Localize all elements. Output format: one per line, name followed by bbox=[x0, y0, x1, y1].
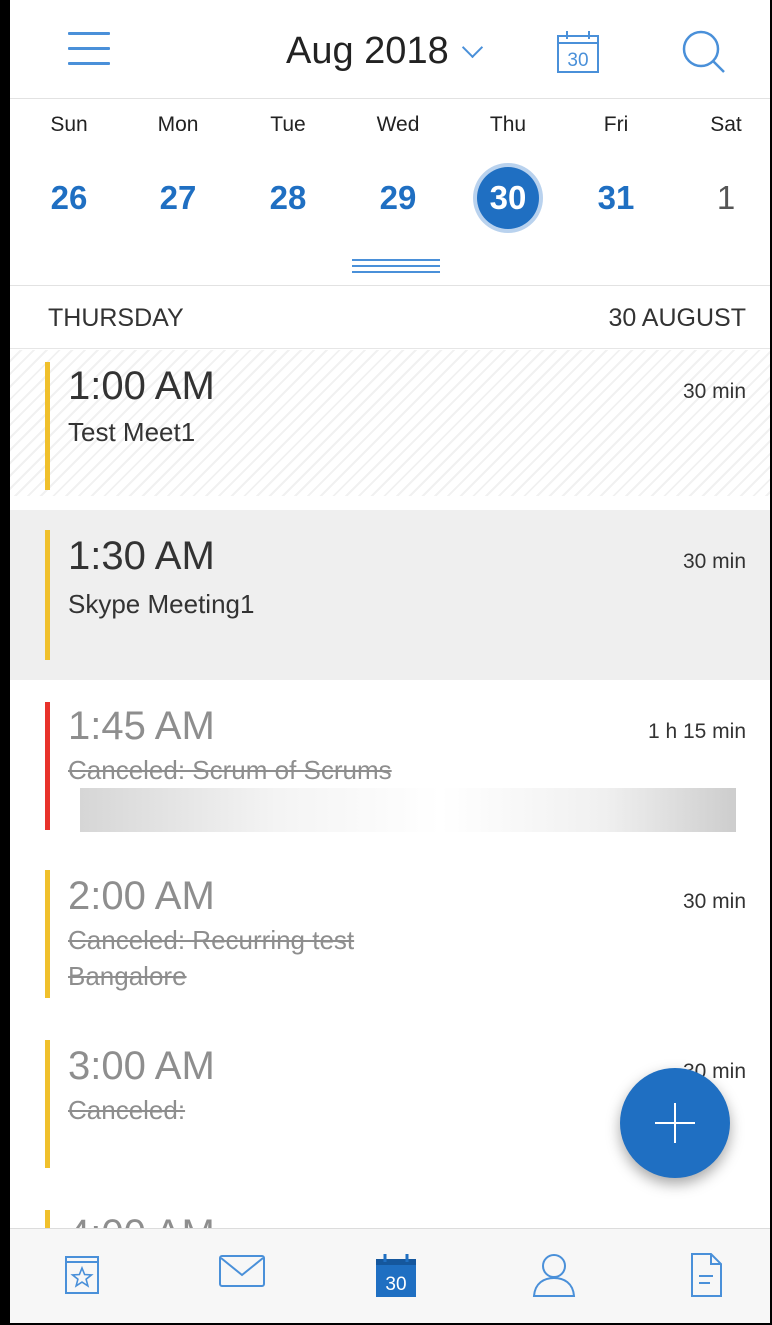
tab-calendar-day: 30 bbox=[385, 1274, 406, 1295]
tab-files[interactable] bbox=[676, 1251, 736, 1307]
expand-handle-icon[interactable] bbox=[352, 259, 440, 281]
weekday-label: Mon bbox=[157, 113, 199, 136]
event-color-bar bbox=[45, 530, 50, 660]
event-color-bar bbox=[45, 702, 50, 830]
weekday-label: Sun bbox=[50, 113, 88, 136]
files-icon bbox=[691, 1253, 722, 1297]
event-item-canceled[interactable]: 1:45 AM 1 h 15 min Canceled: Scrum of Sc… bbox=[10, 690, 770, 850]
chevron-down-icon bbox=[461, 36, 483, 58]
day-cell-26[interactable]: 26 bbox=[51, 179, 88, 217]
weekday-label: Tue bbox=[270, 113, 306, 136]
day-cell-31[interactable]: 31 bbox=[598, 179, 635, 217]
day-cell-29[interactable]: 29 bbox=[380, 179, 417, 217]
event-duration: 1 h 15 min bbox=[647, 720, 746, 743]
calendar-icon: 30 bbox=[376, 1254, 416, 1297]
month-selector[interactable]: Aug 2018 bbox=[286, 26, 483, 76]
weekday-label: Wed bbox=[376, 113, 420, 136]
contacts-icon bbox=[532, 1254, 576, 1297]
event-item[interactable]: 1:00 AM 30 min Test Meet1 bbox=[10, 350, 770, 496]
event-color-bar bbox=[45, 362, 50, 490]
event-time: 1:45 AM bbox=[68, 704, 215, 748]
event-title: Test Meet1 bbox=[68, 417, 196, 447]
week-strip: Sun Mon Tue Wed Thu Fri Sat 26 27 28 29 … bbox=[10, 99, 770, 286]
bottom-tab-bar: 30 bbox=[10, 1228, 770, 1323]
tab-calendar[interactable]: 30 bbox=[366, 1251, 426, 1307]
event-time: 1:30 AM bbox=[68, 534, 215, 578]
redacted-detail bbox=[80, 788, 736, 832]
event-title: Canceled: bbox=[68, 1095, 186, 1125]
event-item-canceled[interactable]: 2:00 AM 30 min Canceled: Recurring test … bbox=[10, 860, 770, 1010]
event-duration: 30 min bbox=[682, 550, 746, 573]
search-icon[interactable] bbox=[680, 28, 728, 81]
mail-icon bbox=[219, 1255, 265, 1287]
event-color-bar bbox=[45, 1040, 50, 1168]
event-item[interactable]: 4:00 AM bbox=[10, 1200, 770, 1230]
top-app-bar: Aug 2018 30 bbox=[10, 0, 770, 99]
tab-mail[interactable] bbox=[212, 1251, 272, 1307]
agenda-weekday: THURSDAY bbox=[48, 304, 184, 332]
tab-contacts[interactable] bbox=[524, 1251, 584, 1307]
new-event-button[interactable] bbox=[620, 1068, 730, 1178]
agenda-date-header: THURSDAY 30 AUGUST bbox=[10, 286, 770, 349]
day-cell-30-selected[interactable]: 30 bbox=[477, 167, 539, 229]
event-time: 1:00 AM bbox=[68, 364, 215, 408]
month-label: Aug 2018 bbox=[286, 29, 449, 72]
agenda-date: 30 AUGUST bbox=[608, 304, 746, 332]
favorites-icon bbox=[65, 1256, 99, 1294]
event-color-bar bbox=[45, 870, 50, 998]
day-cell-1[interactable]: 1 bbox=[717, 179, 735, 217]
event-time: 3:00 AM bbox=[68, 1044, 215, 1088]
event-duration: 30 min bbox=[682, 890, 746, 913]
event-duration: 30 min bbox=[682, 380, 746, 403]
weekday-label: Fri bbox=[603, 113, 629, 136]
weekday-label: Sat bbox=[710, 113, 742, 136]
calendar-today-icon[interactable]: 30 bbox=[556, 28, 600, 79]
event-title: Canceled: Scrum of Scrums bbox=[68, 755, 392, 785]
calendar-app: Aug 2018 30 Sun Mon Tue Wed Thu Fri Sat bbox=[10, 0, 770, 1323]
day-cell-28[interactable]: 28 bbox=[270, 179, 307, 217]
event-time: 2:00 AM bbox=[68, 874, 215, 918]
event-color-bar bbox=[45, 1210, 50, 1230]
tab-favorites[interactable] bbox=[52, 1251, 112, 1307]
today-icon-day: 30 bbox=[567, 50, 588, 71]
day-cell-27[interactable]: 27 bbox=[160, 179, 197, 217]
menu-icon[interactable] bbox=[68, 30, 112, 70]
event-title: Skype Meeting1 bbox=[68, 589, 255, 619]
weekday-label: Thu bbox=[489, 113, 527, 136]
event-title: Canceled: Recurring test Bangalore bbox=[68, 925, 355, 991]
event-item[interactable]: 1:30 AM 30 min Skype Meeting1 bbox=[10, 510, 770, 680]
